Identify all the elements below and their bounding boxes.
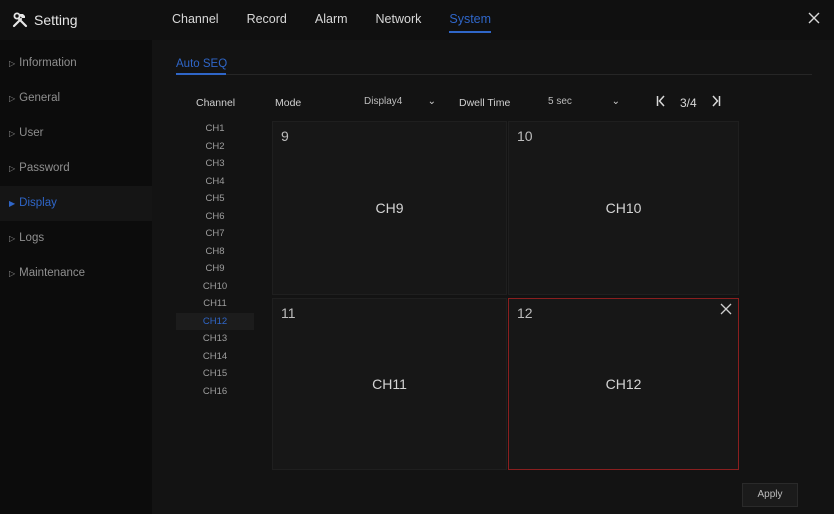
sidebar-item-display[interactable]: ▶ Display <box>0 186 152 221</box>
app-title: Setting <box>12 10 78 30</box>
mode-label: Mode <box>275 97 302 109</box>
tile-number: 11 <box>281 305 296 321</box>
channel-item[interactable]: CH6 <box>176 208 254 226</box>
sidebar-item-label: Logs <box>19 232 45 244</box>
subtab-divider <box>176 74 812 75</box>
chevron-down-icon: ⌄ <box>427 96 436 107</box>
subtab-auto-seq[interactable]: Auto SEQ <box>176 58 227 70</box>
sidebar-item-label: Password <box>19 162 70 174</box>
channel-item[interactable]: CH2 <box>176 138 254 156</box>
subtab-underline <box>176 73 226 75</box>
close-icon[interactable] <box>806 10 822 26</box>
dwell-time-label: Dwell Time <box>459 97 511 109</box>
dwell-time-select[interactable]: 5 sec ⌄ <box>548 92 620 112</box>
sidebar-item-password[interactable]: ▷ Password <box>0 151 152 186</box>
app-title-label: Setting <box>34 12 78 28</box>
tab-system[interactable]: System <box>449 0 491 40</box>
sidebar-item-user[interactable]: ▷ User <box>0 116 152 151</box>
mode-select[interactable]: Display4 ⌄ <box>364 92 436 112</box>
tab-record[interactable]: Record <box>247 0 287 40</box>
triangle-right-icon: ▷ <box>9 129 16 138</box>
channel-list: CH1 CH2 CH3 CH4 CH5 CH6 CH7 CH8 CH9 CH10… <box>176 120 254 400</box>
channel-item[interactable]: CH10 <box>176 278 254 296</box>
channel-item[interactable]: CH11 <box>176 295 254 313</box>
tile-channel-name: CH10 <box>605 200 642 216</box>
first-page-icon[interactable] <box>656 95 666 110</box>
video-tile[interactable]: 10 CH10 <box>508 121 739 295</box>
sidebar-item-label: Information <box>19 57 77 69</box>
channel-item[interactable]: CH1 <box>176 120 254 138</box>
sidebar-item-information[interactable]: ▷ Information <box>0 46 152 81</box>
tab-network[interactable]: Network <box>376 0 422 40</box>
sidebar-item-maintenance[interactable]: ▷ Maintenance <box>0 256 152 291</box>
triangle-right-icon: ▷ <box>9 269 16 278</box>
triangle-right-icon: ▷ <box>9 94 16 103</box>
main-tabs: Channel Record Alarm Network System <box>172 0 519 40</box>
sidebar-item-general[interactable]: ▷ General <box>0 81 152 116</box>
video-tile[interactable]: 11 CH11 <box>272 298 507 470</box>
tile-number: 9 <box>281 128 289 144</box>
tab-alarm[interactable]: Alarm <box>315 0 348 40</box>
channel-item-selected[interactable]: CH12 <box>176 312 254 330</box>
top-bar: Setting Channel Record Alarm Network Sys… <box>0 0 834 40</box>
channel-item[interactable]: CH8 <box>176 243 254 261</box>
channel-item[interactable]: CH16 <box>176 383 254 401</box>
tab-channel[interactable]: Channel <box>172 0 219 40</box>
channel-item[interactable]: CH13 <box>176 330 254 348</box>
sidebar-item-label: General <box>19 92 61 104</box>
channel-item[interactable]: CH9 <box>176 260 254 278</box>
last-page-icon[interactable] <box>711 95 721 110</box>
channel-header: Channel <box>196 97 236 109</box>
dwell-time-value: 5 sec <box>548 96 572 107</box>
tile-number: 12 <box>517 305 533 321</box>
sidebar-item-label: Display <box>19 197 57 209</box>
channel-item[interactable]: CH14 <box>176 348 254 366</box>
channel-item[interactable]: CH7 <box>176 225 254 243</box>
mode-select-value: Display4 <box>364 96 403 107</box>
tools-icon <box>12 12 28 28</box>
triangle-right-icon: ▷ <box>9 234 16 243</box>
tile-channel-name: CH11 <box>372 376 407 392</box>
sidebar: ▷ Information ▷ General ▷ User ▷ Passwor… <box>0 40 152 514</box>
channel-item[interactable]: CH15 <box>176 365 254 383</box>
sidebar-item-label: Maintenance <box>19 267 86 279</box>
channel-item[interactable]: CH3 <box>176 155 254 173</box>
sidebar-item-label: User <box>19 127 44 139</box>
sidebar-item-logs[interactable]: ▷ Logs <box>0 221 152 256</box>
triangle-right-icon: ▷ <box>9 164 16 173</box>
video-tile-selected[interactable]: 12 CH12 <box>508 298 739 470</box>
close-icon[interactable] <box>720 303 732 315</box>
channel-item[interactable]: CH5 <box>176 190 254 208</box>
tile-channel-name: CH12 <box>605 376 642 392</box>
tile-channel-name: CH9 <box>375 200 404 216</box>
video-tile[interactable]: 9 CH9 <box>272 121 507 295</box>
apply-button[interactable]: Apply <box>742 483 798 507</box>
pager: 3/4 <box>656 95 721 110</box>
tile-number: 10 <box>517 128 533 144</box>
triangle-right-icon: ▷ <box>9 59 16 68</box>
page-indicator: 3/4 <box>680 95 697 110</box>
main-panel: Auto SEQ Channel CH1 CH2 CH3 CH4 CH5 CH6… <box>152 40 834 514</box>
chevron-down-icon: ⌄ <box>611 96 620 107</box>
channel-item[interactable]: CH4 <box>176 173 254 191</box>
triangle-right-icon: ▶ <box>9 199 16 208</box>
